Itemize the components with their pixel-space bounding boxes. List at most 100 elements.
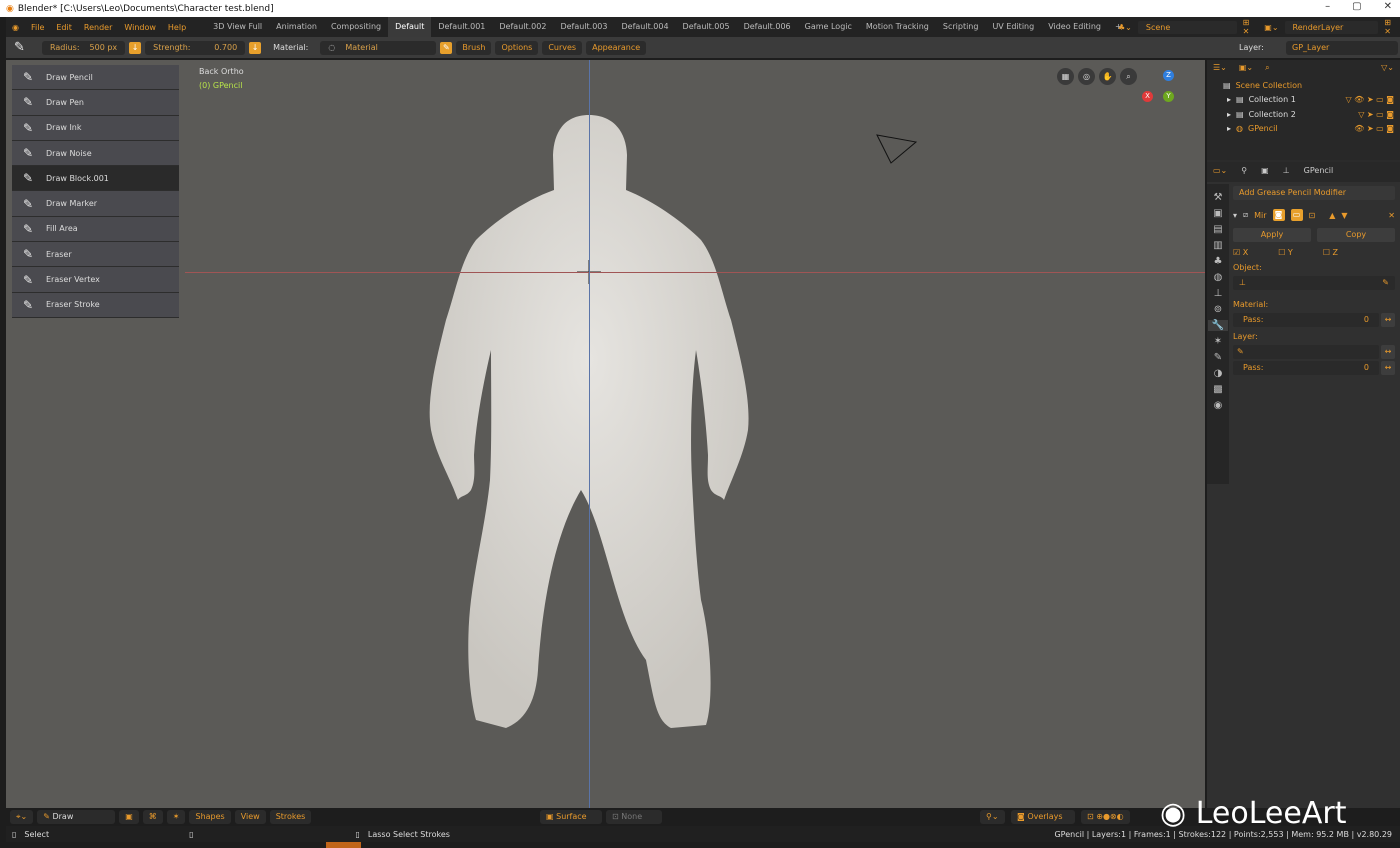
scene-selector[interactable]: Scene (1137, 20, 1237, 34)
gizmo-y[interactable]: Y (1163, 91, 1174, 102)
display-mode-icon[interactable]: ▣⌄ (1239, 63, 1253, 75)
show-in-viewport-icon[interactable]: ▭ (1290, 209, 1303, 221)
workspace-tab[interactable]: Default.001 (431, 17, 492, 37)
multiframe-icon[interactable]: ⌘ (142, 810, 163, 824)
editor-type-icon[interactable]: ☰⌄ (1213, 63, 1227, 75)
new-view-layer-icon[interactable]: ⊞ ✕ (1384, 18, 1400, 36)
invert-icon[interactable]: ↔ (1381, 345, 1395, 359)
workspace-tab[interactable]: Scripting (936, 17, 986, 37)
texture-tab-icon[interactable]: ▩ (1213, 384, 1222, 395)
data-tab-icon[interactable]: ✎ (1214, 352, 1222, 363)
scene-icon[interactable]: ♣⌄ (1118, 23, 1132, 32)
tool-item[interactable]: ✎ Draw Block.001 (12, 166, 179, 192)
scene-tab-icon[interactable]: ♣ (1214, 256, 1223, 267)
menu-file[interactable]: File (25, 23, 50, 32)
visibility-icons[interactable]: 👁 ➤ ▭ ◙ (1354, 124, 1400, 133)
shapes-menu[interactable]: Shapes (189, 810, 231, 824)
maximize-button[interactable]: ▢ (1352, 1, 1361, 12)
pan-hand-icon[interactable]: ✋ (1099, 68, 1116, 85)
show-in-render-icon[interactable]: ◙ (1272, 209, 1285, 221)
tool-tab-icon[interactable]: ⚒ (1214, 192, 1223, 203)
3d-viewport[interactable] (6, 60, 1205, 808)
blender-menu-icon[interactable]: ◉ (6, 23, 25, 32)
editor-type-icon[interactable]: ▭⌄ (1213, 166, 1227, 178)
apply-button[interactable]: Apply (1233, 228, 1311, 242)
material-tab-icon[interactable]: ◑ (1214, 368, 1223, 379)
workspace-tab[interactable]: Default.006 (737, 17, 798, 37)
camera-view-icon[interactable]: ◎ (1078, 68, 1095, 85)
zoom-icon[interactable]: ⌕ (1120, 68, 1137, 85)
strokes-menu[interactable]: Strokes (269, 810, 312, 824)
workspace-tab[interactable]: Default.005 (676, 17, 737, 37)
render-tab-icon[interactable]: ▣ (1213, 208, 1222, 219)
sculpt-icon[interactable]: ✶ (166, 810, 186, 824)
radius-field[interactable]: Radius: 500 px (42, 40, 126, 55)
menu-render[interactable]: Render (78, 23, 118, 32)
outliner-scene-collection[interactable]: ▤ Scene Collection (1207, 78, 1400, 93)
physics-tab-icon[interactable]: ◉ (1214, 400, 1223, 411)
options-dropdown[interactable]: Options (495, 40, 539, 55)
layer-pass-field[interactable]: Pass: 0 (1233, 361, 1379, 375)
expand-icon[interactable]: ▸ (1227, 124, 1231, 133)
grid-view-icon[interactable]: ▦ (1057, 68, 1074, 85)
object-tab-icon[interactable]: ⊥ (1214, 288, 1223, 299)
stroke-placement-dropdown[interactable]: ▣ Surface (540, 810, 602, 824)
move-down-icon[interactable]: ▼ (1341, 211, 1347, 220)
mode-selector[interactable]: ✎ Draw (37, 810, 116, 824)
expand-icon[interactable]: ▸ (1227, 110, 1231, 119)
outliner-item[interactable]: ▸ ▤ Collection 2 ▽ ➤ ▭ ◙ (1207, 107, 1400, 122)
workspace-tab[interactable]: Default.004 (614, 17, 675, 37)
search-icon[interactable]: ⌕ (1265, 63, 1269, 75)
effects-tab-icon[interactable]: ✶ (1214, 336, 1222, 347)
y-checkbox[interactable]: ☐ Y (1278, 248, 1293, 257)
workspace-tab[interactable]: Default.003 (553, 17, 614, 37)
gizmo-x[interactable]: X (1142, 91, 1153, 102)
material-selector[interactable]: ◌ Material (320, 40, 437, 55)
visibility-icons[interactable]: ▽ ➤ ▭ ◙ (1358, 110, 1400, 119)
tool-item[interactable]: ✎ Draw Marker (12, 191, 179, 217)
z-checkbox[interactable]: ☐ Z (1323, 248, 1338, 257)
navigation-gizmo[interactable]: Z Y X (1140, 68, 1195, 123)
editmode-icon[interactable]: ⊡ (1309, 211, 1316, 220)
add-modifier-dropdown[interactable]: Add Grease Pencil Modifier (1233, 186, 1395, 200)
pin-icon[interactable]: ⚲ (1241, 166, 1247, 178)
material-pass-field[interactable]: Pass: 0 (1233, 313, 1379, 327)
tool-item[interactable]: ✎ Eraser Stroke (12, 292, 179, 318)
gizmo-dropdown[interactable]: ⚲⌄ (980, 810, 1005, 824)
view-layer-icon[interactable]: ▣⌄ (1264, 23, 1278, 32)
radius-pressure-icon[interactable]: ↓ (129, 41, 142, 54)
workspace-tab[interactable]: 3D View Full (206, 17, 269, 37)
new-scene-icon[interactable]: ⊞ ✕ (1243, 18, 1259, 36)
outliner-item[interactable]: ▸ ▤ Collection 1 ▽ 👁 ➤ ▭ ◙ (1207, 93, 1400, 108)
x-checkbox[interactable]: ☑ X (1233, 248, 1248, 257)
expand-icon[interactable]: ▸ (1227, 95, 1231, 104)
strength-pressure-icon[interactable]: ↓ (249, 41, 262, 54)
workspace-tab[interactable]: Video Editing (1041, 17, 1108, 37)
move-up-icon[interactable]: ▲ (1329, 211, 1335, 220)
workspace-tab[interactable]: Default (388, 17, 432, 37)
menu-help[interactable]: Help (162, 23, 192, 32)
view-menu[interactable]: View (234, 810, 266, 824)
brush-dropdown[interactable]: Brush (456, 40, 492, 55)
constraints-tab-icon[interactable]: ⊚ (1214, 304, 1222, 315)
menu-edit[interactable]: Edit (50, 23, 78, 32)
overlays-dropdown[interactable]: ◙ Overlays (1011, 810, 1075, 824)
tool-item[interactable]: ✎ Draw Ink (12, 115, 179, 141)
invert-icon[interactable]: ↔ (1381, 361, 1395, 375)
guides-dropdown[interactable]: ⊡ None (606, 810, 662, 824)
tool-item[interactable]: ✎ Fill Area (12, 216, 179, 243)
gizmo-z[interactable]: Z (1163, 70, 1174, 81)
outliner-item[interactable]: ▸ ◍ GPencil 👁 ➤ ▭ ◙ (1207, 122, 1400, 137)
workspace-tab[interactable]: Motion Tracking (859, 17, 936, 37)
tool-item[interactable]: ✎ Eraser (12, 242, 179, 268)
tool-item[interactable]: ✎ Eraser Vertex (12, 267, 179, 293)
layer-icon[interactable]: ▣ (119, 810, 139, 824)
invert-icon[interactable]: ↔ (1381, 313, 1395, 327)
curves-dropdown[interactable]: Curves (542, 40, 583, 55)
collapse-icon[interactable]: ▾ (1233, 211, 1237, 220)
workspace-tab[interactable]: Compositing (324, 17, 388, 37)
close-button[interactable]: ✕ (1384, 1, 1392, 12)
shading-buttons[interactable]: ⊡ ⊕●⊗◐ (1081, 810, 1130, 824)
active-tool-icon[interactable]: ✎ (14, 40, 38, 55)
modifier-name[interactable]: Mir (1254, 211, 1266, 220)
